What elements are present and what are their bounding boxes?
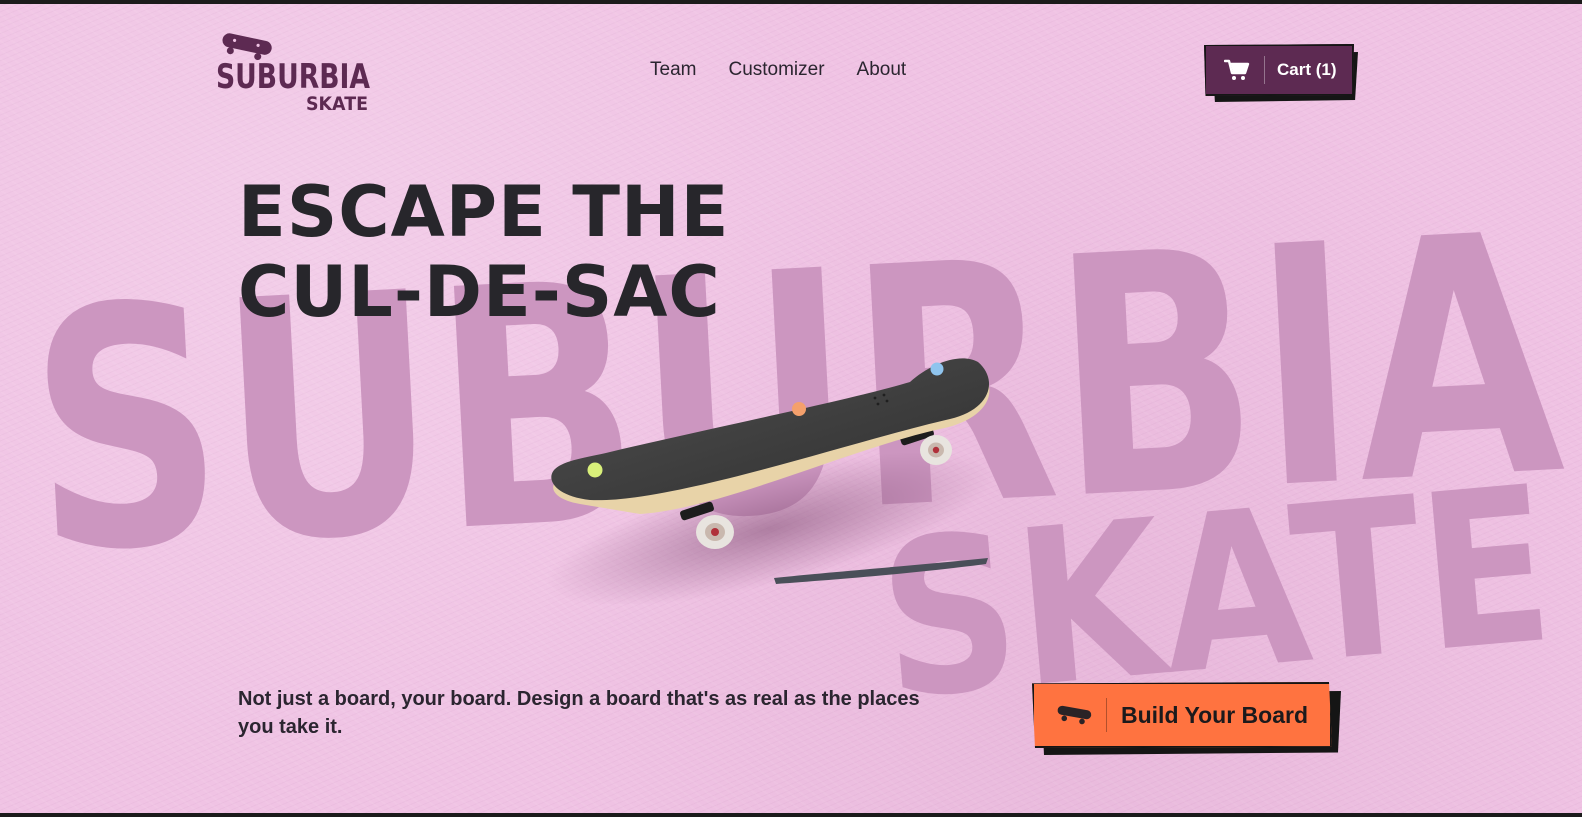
suburbia-logo[interactable]: SUBURBIA SKATE: [214, 28, 374, 114]
nav-link-team[interactable]: Team: [650, 59, 696, 81]
hero-headline: ESCAPE THE CUL-DE-SAC: [238, 172, 729, 332]
cart-button[interactable]: Cart (1): [1204, 44, 1354, 96]
cart-button-wrapper: Cart (1): [1204, 44, 1364, 106]
bolt-orange: [792, 402, 806, 416]
bolt-green: [587, 462, 603, 478]
build-your-board-button[interactable]: Build Your Board: [1032, 682, 1332, 748]
cart-divider: [1264, 56, 1265, 84]
hero-tagline: Not just a board, your board. Design a b…: [238, 688, 920, 738]
build-button-divider: [1106, 698, 1107, 732]
bolt-blue: [930, 362, 944, 376]
headline-line-1: ESCAPE THE: [238, 171, 730, 253]
build-button-label: Build Your Board: [1121, 701, 1308, 728]
headline-line-2: CUL-DE-SAC: [238, 251, 721, 333]
build-board-button-wrapper: Build Your Board: [1032, 682, 1344, 758]
nav-link-customizer[interactable]: Customizer: [728, 59, 824, 81]
hero-page: SUBURBIA SKATE SUBURBIA SKATE Team Custo…: [0, 4, 1582, 813]
logo-text-skate: SKATE: [306, 93, 368, 114]
main-nav: Team Customizer About: [650, 59, 906, 81]
logo-text-suburbia: SUBURBIA: [216, 57, 371, 97]
skateboard-icon: [1057, 705, 1092, 725]
bottom-edge: [0, 813, 1582, 817]
front-wheel: [920, 435, 952, 465]
cart-label: Cart (1): [1277, 60, 1337, 79]
ground-scribble: [774, 558, 988, 584]
shopping-cart-icon: [1224, 59, 1250, 80]
nav-link-about[interactable]: About: [857, 59, 907, 81]
rear-wheel: [696, 515, 734, 549]
